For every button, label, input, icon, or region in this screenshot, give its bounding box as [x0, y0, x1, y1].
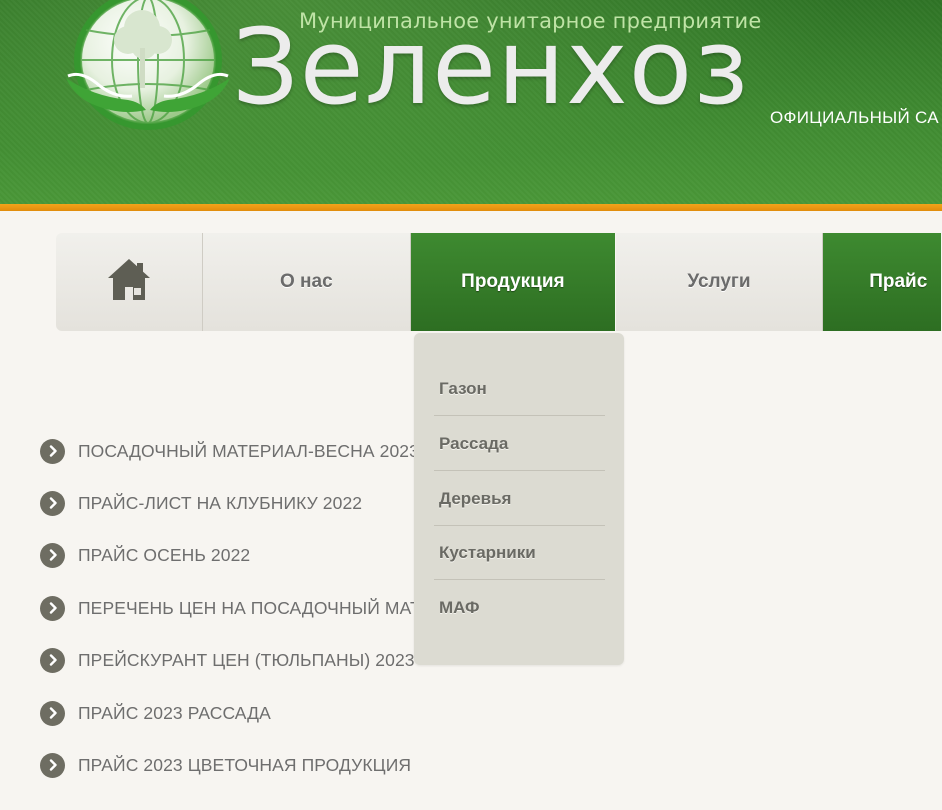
home-icon — [106, 256, 152, 308]
chevron-right-icon — [40, 647, 65, 673]
list-item[interactable]: ПРАЙС ОСЕНЬ 2022 — [40, 540, 250, 570]
nav-item-label: О нас — [279, 271, 333, 292]
nav-item-label: Прайс — [869, 271, 928, 292]
nav-item-label: Услуги — [687, 271, 751, 292]
dropdown-item-maf[interactable]: МАФ — [434, 581, 605, 635]
nav-item-price[interactable]: Прайс — [823, 233, 942, 331]
chevron-right-icon — [40, 700, 65, 726]
chevron-right-icon — [40, 542, 65, 568]
list-item[interactable]: ПОСАДОЧНЫЙ МАТЕРИАЛ-ВЕСНА 2023 — [40, 436, 419, 466]
dropdown-item-shrubs[interactable]: Кустарники — [434, 526, 605, 580]
list-item[interactable]: ПРАЙС 2023 ЦВЕТОЧНАЯ ПРОДУКЦИЯ — [40, 750, 411, 780]
brand-title[interactable]: Зеленхоз — [232, 12, 750, 122]
list-item[interactable]: ПРАЙС 2023 РАССАДА — [40, 698, 271, 728]
list-item-label: ПРАЙС-ЛИСТ НА КЛУБНИКУ 2022 — [78, 492, 363, 513]
logo-globe-icon[interactable] — [62, 0, 234, 134]
dropdown-item-lawn[interactable]: Газон — [434, 362, 605, 416]
list-item-label: ПРАЙС 2023 РАССАДА — [78, 702, 271, 723]
nav-home-button[interactable] — [56, 233, 203, 331]
chevron-right-icon — [40, 438, 65, 464]
chevron-right-icon — [40, 595, 65, 621]
list-item-label: ПРЕЙСКУРАНТ ЦЕН (ТЮЛЬПАНЫ) 2023 — [78, 649, 415, 670]
dropdown-item-seedlings[interactable]: Рассада — [434, 417, 605, 471]
header-divider — [0, 204, 942, 211]
official-site-label: ОФИЦИАЛЬНЫЙ СА — [770, 108, 939, 127]
nav-item-about[interactable]: О нас — [202, 233, 412, 331]
list-item[interactable]: ПРАЙС-ЛИСТ НА КЛУБНИКУ 2022 — [40, 488, 362, 518]
chevron-right-icon — [40, 752, 65, 778]
nav-item-products[interactable]: Продукция — [411, 233, 616, 331]
list-item[interactable]: ПРЕЙСКУРАНТ ЦЕН (ТЮЛЬПАНЫ) 2023 — [40, 645, 415, 675]
list-item-label: ПРАЙС 2023 ЦВЕТОЧНАЯ ПРОДУКЦИЯ — [78, 754, 412, 775]
main-nav: О нас Продукция Услуги Прайс — [56, 233, 942, 331]
list-item-label: ПОСАДОЧНЫЙ МАТЕРИАЛ-ВЕСНА 2023 — [78, 440, 419, 461]
dropdown-item-trees[interactable]: Деревья — [434, 472, 605, 526]
products-dropdown-menu: Газон Рассада Деревья Кустарники МАФ — [414, 333, 624, 665]
chevron-right-icon — [40, 490, 65, 516]
nav-item-services[interactable]: Услуги — [615, 233, 824, 331]
nav-item-label: Продукция — [461, 271, 565, 292]
list-item-label: ПРАЙС ОСЕНЬ 2022 — [78, 544, 251, 565]
